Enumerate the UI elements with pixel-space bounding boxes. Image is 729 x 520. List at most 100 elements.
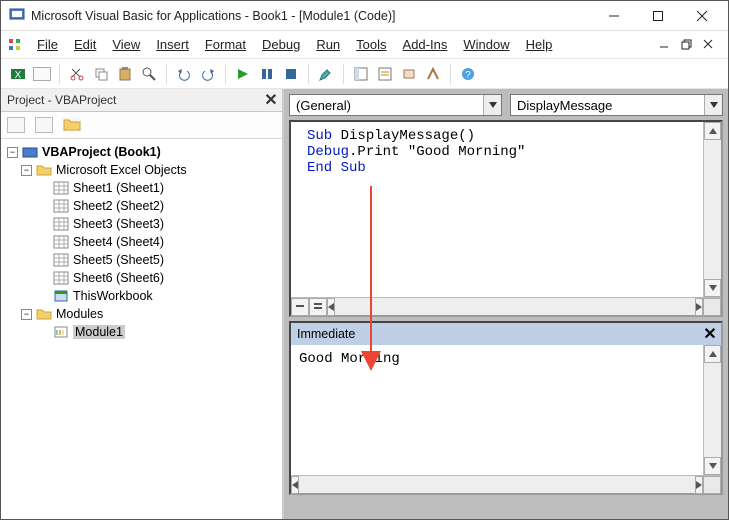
tree-sheet[interactable]: Sheet5 (Sheet5) [73, 253, 164, 267]
collapse-icon[interactable]: − [21, 309, 32, 320]
immediate-close-button[interactable]: ✕ [699, 323, 721, 345]
redo-icon[interactable] [199, 65, 217, 83]
minimize-button[interactable] [592, 2, 636, 30]
mdi-close-button[interactable] [702, 38, 716, 52]
workbook-icon [53, 289, 69, 303]
view-dropdown[interactable] [33, 67, 51, 81]
procedure-view-button[interactable] [291, 298, 309, 316]
worksheet-icon [53, 235, 69, 249]
menu-file[interactable]: File [29, 35, 66, 54]
menu-bar: File Edit View Insert Format Debug Run T… [1, 31, 728, 59]
view-object-button[interactable] [35, 117, 53, 133]
svg-text:X: X [15, 70, 22, 81]
full-module-view-button[interactable] [309, 298, 327, 316]
mdi-restore-button[interactable] [680, 38, 694, 52]
folder-icon [36, 163, 52, 177]
design-mode-icon[interactable] [317, 65, 335, 83]
close-button[interactable] [680, 2, 724, 30]
window-title: Microsoft Visual Basic for Applications … [25, 9, 592, 23]
cut-icon[interactable] [68, 65, 86, 83]
scroll-up-icon[interactable] [704, 122, 721, 140]
immediate-title: Immediate [297, 327, 699, 341]
menu-format[interactable]: Format [197, 35, 254, 54]
tree-sheet[interactable]: Sheet6 (Sheet6) [73, 271, 164, 285]
code-horizontal-scrollbar[interactable] [335, 298, 695, 315]
toggle-folders-button[interactable] [63, 117, 81, 133]
mdi-minimize-button[interactable] [658, 38, 672, 52]
folder-icon [36, 307, 52, 321]
menu-run[interactable]: Run [308, 35, 348, 54]
immediate-horizontal-scrollbar[interactable] [299, 476, 695, 493]
immediate-output[interactable]: Good Morning [291, 345, 703, 475]
tree-thisworkbook[interactable]: ThisWorkbook [73, 289, 153, 303]
worksheet-icon [53, 217, 69, 231]
toolbox-icon[interactable] [424, 65, 442, 83]
menu-insert[interactable]: Insert [148, 35, 197, 54]
project-explorer-panel: Project - VBAProject ✕ − VBAProject (Boo… [1, 89, 284, 519]
grip-icon [7, 37, 23, 53]
scroll-right-icon[interactable] [695, 476, 703, 494]
object-dropdown[interactable]: (General) [289, 94, 502, 116]
paste-icon[interactable] [116, 65, 134, 83]
immediate-vertical-scrollbar[interactable] [703, 345, 721, 475]
project-explorer-title: Project - VBAProject ✕ [1, 89, 282, 111]
code-vertical-scrollbar[interactable] [703, 122, 721, 297]
menu-edit[interactable]: Edit [66, 35, 104, 54]
project-explorer-close-button[interactable]: ✕ [260, 89, 282, 111]
toolbar: X ? [1, 59, 728, 89]
scroll-left-icon[interactable] [327, 298, 335, 316]
vba-project-icon [22, 145, 38, 159]
tree-sheet[interactable]: Sheet2 (Sheet2) [73, 199, 164, 213]
chevron-down-icon [704, 95, 722, 115]
tree-sheet[interactable]: Sheet3 (Sheet3) [73, 217, 164, 231]
code-editor[interactable]: Sub DisplayMessage() Debug.Print "Good M… [289, 120, 723, 317]
tree-sheet[interactable]: Sheet4 (Sheet4) [73, 235, 164, 249]
excel-icon[interactable]: X [9, 65, 27, 83]
project-explorer-icon[interactable] [352, 65, 370, 83]
properties-icon[interactable] [376, 65, 394, 83]
find-icon[interactable] [140, 65, 158, 83]
run-icon[interactable] [234, 65, 252, 83]
undo-icon[interactable] [175, 65, 193, 83]
worksheet-icon [53, 181, 69, 195]
module-icon [53, 325, 69, 339]
project-explorer-toolbar [1, 111, 282, 139]
menu-window[interactable]: Window [455, 35, 517, 54]
help-icon[interactable]: ? [459, 65, 477, 83]
copy-icon[interactable] [92, 65, 110, 83]
menu-help[interactable]: Help [518, 35, 561, 54]
scroll-up-icon[interactable] [704, 345, 721, 363]
scroll-left-icon[interactable] [291, 476, 299, 494]
collapse-icon[interactable]: − [7, 147, 18, 158]
worksheet-icon [53, 199, 69, 213]
worksheet-icon [53, 253, 69, 267]
reset-icon[interactable] [282, 65, 300, 83]
scroll-down-icon[interactable] [704, 279, 721, 297]
procedure-dropdown[interactable]: DisplayMessage [510, 94, 723, 116]
worksheet-icon [53, 271, 69, 285]
chevron-down-icon [483, 95, 501, 115]
menu-addins[interactable]: Add-Ins [395, 35, 456, 54]
title-bar: Microsoft Visual Basic for Applications … [1, 1, 728, 31]
break-icon[interactable] [258, 65, 276, 83]
svg-text:?: ? [465, 70, 471, 81]
tree-root[interactable]: VBAProject (Book1) [42, 145, 161, 159]
menu-tools[interactable]: Tools [348, 35, 394, 54]
menu-view[interactable]: View [104, 35, 148, 54]
tree-sheet[interactable]: Sheet1 (Sheet1) [73, 181, 164, 195]
app-icon [9, 6, 25, 25]
tree-excel-objects[interactable]: Microsoft Excel Objects [56, 163, 187, 177]
tree-module1[interactable]: Module1 [73, 325, 125, 339]
project-tree[interactable]: − VBAProject (Book1) − Microsoft Excel O… [1, 139, 282, 519]
code-body[interactable]: Sub DisplayMessage() Debug.Print "Good M… [291, 122, 703, 297]
collapse-icon[interactable]: − [21, 165, 32, 176]
scroll-right-icon[interactable] [695, 298, 703, 316]
code-area: (General) DisplayMessage Sub DisplayMess… [284, 89, 728, 519]
tree-modules[interactable]: Modules [56, 307, 103, 321]
object-browser-icon[interactable] [400, 65, 418, 83]
maximize-button[interactable] [636, 2, 680, 30]
view-code-button[interactable] [7, 117, 25, 133]
immediate-window: Immediate ✕ Good Morning [289, 321, 723, 495]
scroll-down-icon[interactable] [704, 457, 721, 475]
menu-debug[interactable]: Debug [254, 35, 308, 54]
